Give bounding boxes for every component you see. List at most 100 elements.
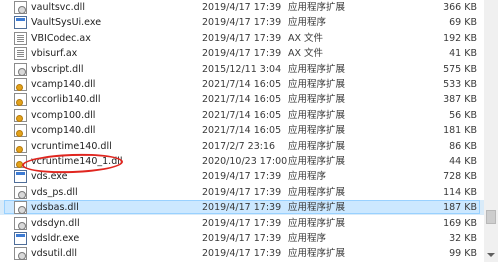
file-row[interactable]: vaultsvc.dll 2019/4/17 17:39 应用程序扩展 366 KB bbox=[0, 0, 484, 15]
dll-icon bbox=[14, 1, 27, 14]
file-row[interactable]: vbscript.dll 2015/12/11 3:04 应用程序扩展 575 KB bbox=[0, 62, 484, 77]
gear-dll-icon bbox=[14, 124, 27, 138]
file-date: 2019/4/17 17:39 bbox=[202, 217, 282, 229]
file-name: vcruntime140.dll bbox=[31, 140, 112, 152]
file-name: vdsldr.exe bbox=[31, 233, 80, 244]
file-row[interactable]: vdsbas.dll 2019/4/17 17:39 应用程序扩展 187 KB bbox=[0, 200, 484, 216]
file-date: 2019/4/17 17:39 bbox=[202, 17, 282, 29]
file-date: 2021/7/14 16:05 bbox=[202, 109, 282, 121]
file-name: vcomp140.dll bbox=[31, 125, 96, 137]
file-name: vbscript.dll bbox=[31, 63, 84, 75]
file-type: 应用程序 bbox=[288, 233, 327, 244]
file-row[interactable]: vdsdyn.dll 2019/4/17 17:39 应用程序扩展 169 KB bbox=[0, 216, 484, 231]
file-list: vaultsvc.dll 2019/4/17 17:39 应用程序扩展 366 KB V… bbox=[0, 0, 484, 262]
file-type: 应用程序扩展 bbox=[288, 202, 346, 214]
file-size: 181 KB bbox=[443, 125, 477, 137]
file-row[interactable]: vdsutil.dll 2019/4/17 17:39 应用程序扩展 99 KB bbox=[0, 246, 484, 261]
file-date: 2021/7/14 16:05 bbox=[202, 125, 282, 137]
file-row[interactable]: vcomp100.dll 2021/7/14 16:05 应用程序扩展 56 KB bbox=[0, 108, 484, 123]
file-name: VaultSysUi.exe bbox=[31, 17, 102, 29]
file-size: 114 KB bbox=[443, 186, 477, 198]
file-date: 2019/4/17 17:39 bbox=[202, 171, 282, 183]
file-size: 32 KB bbox=[449, 233, 477, 244]
file-name: vccorlib140.dll bbox=[31, 94, 101, 106]
file-size: 56 KB bbox=[449, 109, 477, 121]
file-size: 387 KB bbox=[443, 94, 477, 106]
file-type: 应用程序扩展 bbox=[288, 94, 346, 106]
file-type: 应用程序扩展 bbox=[288, 63, 346, 75]
ax-icon bbox=[14, 47, 27, 61]
scroll-down-arrow-icon[interactable] bbox=[484, 248, 498, 262]
file-row[interactable]: vdsldr.exe 2019/4/17 17:39 应用程序 32 KB bbox=[0, 231, 484, 246]
file-name: vcamp140.dll bbox=[31, 79, 96, 90]
dll-icon bbox=[14, 185, 27, 199]
file-date: 2019/4/17 17:39 bbox=[202, 202, 282, 214]
file-date: 2019/4/17 17:39 bbox=[202, 48, 282, 60]
file-type: 应用程序 bbox=[288, 171, 327, 183]
file-name: vdsbas.dll bbox=[31, 202, 79, 214]
file-size: 44 KB bbox=[449, 156, 477, 167]
dll-icon bbox=[14, 201, 27, 215]
file-type: 应用程序扩展 bbox=[288, 186, 346, 198]
file-row[interactable]: vcomp140.dll 2021/7/14 16:05 应用程序扩展 181 KB bbox=[0, 123, 484, 138]
file-date: 2015/12/11 3:04 bbox=[202, 63, 282, 75]
file-type: 应用程序扩展 bbox=[288, 248, 346, 260]
file-type: 应用程序扩展 bbox=[288, 109, 346, 121]
file-row[interactable]: vccorlib140.dll 2021/7/14 16:05 应用程序扩展 387 … bbox=[0, 92, 484, 107]
file-date: 2017/2/7 23:16 bbox=[202, 140, 276, 152]
file-name: vcomp100.dll bbox=[31, 109, 96, 121]
file-type: 应用程序扩展 bbox=[288, 125, 346, 137]
file-size: 728 KB bbox=[443, 171, 477, 183]
file-name: vbisurf.ax bbox=[31, 48, 78, 60]
gear-dll-icon bbox=[14, 139, 27, 153]
exe-icon bbox=[14, 170, 27, 184]
file-size: 86 KB bbox=[449, 140, 477, 152]
dll-icon bbox=[14, 62, 27, 76]
file-size: 187 KB bbox=[443, 202, 477, 214]
file-size: 192 KB bbox=[443, 32, 477, 44]
file-type: 应用程序扩展 bbox=[288, 156, 346, 167]
file-type: 应用程序扩展 bbox=[288, 217, 346, 229]
file-size: 366 KB bbox=[443, 2, 477, 13]
file-size: 99 KB bbox=[449, 248, 477, 260]
file-size: 69 KB bbox=[449, 17, 477, 29]
file-size: 533 KB bbox=[443, 79, 477, 90]
file-name: vds_ps.dll bbox=[31, 186, 78, 198]
file-row[interactable]: vcamp140.dll 2021/7/14 16:05 应用程序扩展 533 KB bbox=[0, 77, 484, 92]
dll-icon bbox=[14, 247, 27, 261]
file-date: 2021/7/14 16:05 bbox=[202, 94, 282, 106]
file-date: 2019/4/17 17:39 bbox=[202, 233, 282, 244]
file-date: 2019/4/17 17:39 bbox=[202, 248, 282, 260]
file-size: 169 KB bbox=[443, 217, 477, 229]
file-type: AX 文件 bbox=[288, 48, 324, 60]
file-row[interactable]: vcruntime140.dll 2017/2/7 23:16 应用程序扩展 86 K… bbox=[0, 139, 484, 154]
file-type: AX 文件 bbox=[288, 32, 324, 44]
file-row[interactable]: VaultSysUi.exe 2019/4/17 17:39 应用程序 69 KB bbox=[0, 15, 484, 30]
dll-icon bbox=[14, 216, 27, 230]
file-date: 2019/4/17 17:39 bbox=[202, 32, 282, 44]
file-date: 2021/7/14 16:05 bbox=[202, 79, 282, 90]
file-type: 应用程序扩展 bbox=[288, 140, 346, 152]
file-name: vdsdyn.dll bbox=[31, 217, 80, 229]
file-date: 2019/4/17 17:39 bbox=[202, 2, 282, 13]
exe-icon bbox=[14, 16, 27, 30]
file-name: vdsutil.dll bbox=[31, 248, 77, 260]
file-size: 41 KB bbox=[449, 48, 477, 60]
file-row[interactable]: vbisurf.ax 2019/4/17 17:39 AX 文件 41 KB bbox=[0, 46, 484, 61]
file-type: 应用程序 bbox=[288, 17, 327, 29]
gear-dll-icon bbox=[14, 93, 27, 107]
file-type: 应用程序扩展 bbox=[288, 2, 346, 13]
file-row[interactable]: vds_ps.dll 2019/4/17 17:39 应用程序扩展 114 KB bbox=[0, 185, 484, 200]
file-name: vaultsvc.dll bbox=[31, 2, 85, 13]
file-row[interactable]: VBICodec.ax 2019/4/17 17:39 AX 文件 192 KB bbox=[0, 31, 484, 46]
scroll-thumb[interactable] bbox=[486, 210, 496, 224]
vertical-scrollbar[interactable] bbox=[484, 0, 498, 262]
file-size: 575 KB bbox=[443, 63, 477, 75]
ax-icon bbox=[14, 31, 27, 45]
file-type: 应用程序扩展 bbox=[288, 79, 346, 90]
file-name: VBICodec.ax bbox=[31, 32, 91, 44]
file-date: 2020/10/23 17:00 bbox=[202, 156, 288, 167]
gear-dll-icon bbox=[14, 108, 27, 122]
file-date: 2019/4/17 17:39 bbox=[202, 186, 282, 198]
exe-icon bbox=[14, 232, 27, 245]
